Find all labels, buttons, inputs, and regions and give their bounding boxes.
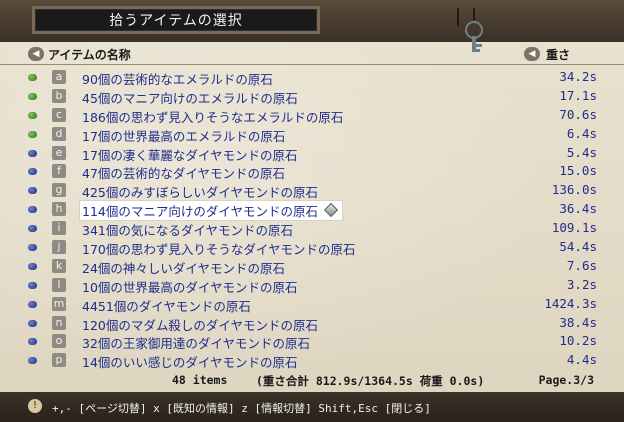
item-weight: 10.2s xyxy=(559,333,597,349)
item-name[interactable]: 32個の王家御用達のダイヤモンドの原石 xyxy=(82,333,310,352)
item-list: a 90個の芸術的なエメラルドの原石 34.2s b 45個のマニア向けのエメラルドの原… xyxy=(0,68,624,370)
item-name[interactable]: 17個の世界最高のエメラルドの原石 xyxy=(82,126,285,145)
window-title: 拾うアイテムの選択 xyxy=(109,13,243,29)
gem-bullet-icon xyxy=(28,149,37,157)
item-row[interactable]: d 17個の世界最高のエメラルドの原石 6.4s xyxy=(0,125,624,144)
gem-bullet-icon xyxy=(28,168,37,176)
item-weight: 5.4s xyxy=(566,144,597,160)
item-key-label[interactable]: j xyxy=(52,240,66,255)
item-key-label[interactable]: c xyxy=(52,107,66,122)
item-key-label[interactable]: b xyxy=(52,88,66,103)
gem-bullet-icon xyxy=(28,319,37,327)
gem-bullet-icon xyxy=(28,281,37,289)
item-row[interactable]: n 120個のマダム殺しのダイヤモンドの原石 38.4s xyxy=(0,314,624,333)
gem-bullet-icon xyxy=(28,92,37,100)
item-row[interactable]: l 10個の世界最高のダイヤモンドの原石 3.2s xyxy=(0,276,624,295)
item-row[interactable]: p 14個のいい感じのダイヤモンドの原石 4.4s xyxy=(0,351,624,370)
item-name[interactable]: 425個のみすぼらしいダイヤモンドの原石 xyxy=(82,182,318,201)
item-row[interactable]: j 170個の思わず見入りそうなダイヤモンドの原石 54.4s xyxy=(0,238,624,257)
item-name[interactable]: 14個のいい感じのダイヤモンドの原石 xyxy=(82,352,298,371)
item-key-label[interactable]: h xyxy=(52,202,66,217)
weight-summary: (重さ合計 812.9s/1364.5s 荷重 0.0s) xyxy=(256,374,485,388)
item-weight: 17.1s xyxy=(559,87,597,103)
item-weight: 36.4s xyxy=(559,201,597,217)
gem-bullet-icon xyxy=(28,262,37,270)
item-row[interactable]: g 425個のみすぼらしいダイヤモンドの原石 136.0s xyxy=(0,181,624,200)
gem-bullet-icon xyxy=(28,244,37,252)
item-row[interactable]: o 32個の王家御用達のダイヤモンドの原石 10.2s xyxy=(0,332,624,351)
item-row[interactable]: b 45個のマニア向けのエメラルドの原石 17.1s xyxy=(0,87,624,106)
gem-bullet-icon xyxy=(28,357,37,365)
sort-name-icon[interactable]: ◀ xyxy=(28,47,44,61)
item-weight: 15.0s xyxy=(559,163,597,179)
gem-bullet-icon xyxy=(28,111,37,119)
gem-bullet-icon xyxy=(28,225,37,233)
item-key-label[interactable]: l xyxy=(52,277,66,292)
item-name[interactable]: 17個の凄く華麗なダイヤモンドの原石 xyxy=(82,145,298,164)
summary-bar: 48 items (重さ合計 812.9s/1364.5s 荷重 0.0s) P… xyxy=(0,373,624,389)
item-name[interactable]: 45個のマニア向けのエメラルドの原石 xyxy=(82,88,298,107)
item-row[interactable]: f 47個の芸術的なダイヤモンドの原石 15.0s xyxy=(0,162,624,181)
item-key-label[interactable]: n xyxy=(52,315,66,330)
item-key-label[interactable]: f xyxy=(52,164,66,179)
gem-bullet-icon xyxy=(28,338,37,346)
weight-column-header[interactable]: 重さ xyxy=(546,46,570,63)
item-name[interactable]: 4451個のダイヤモンドの原石 xyxy=(82,296,251,315)
item-pickup-window: 拾うアイテムの選択 ◀ アイテムの名称 ◀ 重さ a 90個の芸術的なエメラルドの… xyxy=(0,0,624,422)
item-weight: 38.4s xyxy=(559,314,597,330)
item-name[interactable]: 120個のマダム殺しのダイヤモンドの原石 xyxy=(82,315,318,334)
gem-bullet-icon xyxy=(28,206,37,214)
item-weight: 34.2s xyxy=(559,69,597,84)
item-weight: 4.4s xyxy=(566,352,597,368)
item-weight: 136.0s xyxy=(551,182,597,198)
gem-bullet-icon xyxy=(28,187,37,195)
item-key-label[interactable]: a xyxy=(52,70,66,84)
item-name[interactable]: 90個の芸術的なエメラルドの原石 xyxy=(82,69,273,88)
item-key-label[interactable]: i xyxy=(52,221,66,236)
item-weight: 3.2s xyxy=(566,276,597,292)
sort-weight-icon[interactable]: ◀ xyxy=(524,47,540,61)
item-name[interactable]: 47個の芸術的なダイヤモンドの原石 xyxy=(82,163,285,182)
title-bar: 拾うアイテムの選択 xyxy=(0,0,624,52)
item-row[interactable]: c 186個の思わず見入りそうなエメラルドの原石 70.6s xyxy=(0,106,624,125)
item-weight: 1424.3s xyxy=(544,295,597,311)
item-name[interactable]: 186個の思わず見入りそうなエメラルドの原石 xyxy=(82,107,343,126)
item-key-label[interactable]: p xyxy=(52,353,66,368)
item-name[interactable]: 114個のマニア向けのダイヤモンドの原石 xyxy=(80,201,342,221)
name-column-header[interactable]: アイテムの名称 xyxy=(48,46,131,63)
item-row[interactable]: h 114個のマニア向けのダイヤモンドの原石 36.4s xyxy=(0,200,624,221)
item-weight: 109.1s xyxy=(551,220,597,236)
item-key-label[interactable]: g xyxy=(52,183,66,198)
column-header: ◀ アイテムの名称 ◀ 重さ xyxy=(0,44,624,65)
info-icon: ! xyxy=(28,399,42,413)
item-row[interactable]: e 17個の凄く華麗なダイヤモンドの原石 5.4s xyxy=(0,144,624,163)
item-name[interactable]: 170個の思わず見入りそうなダイヤモンドの原石 xyxy=(82,239,356,258)
item-key-label[interactable]: m xyxy=(52,296,66,311)
item-key-label[interactable]: k xyxy=(52,258,66,273)
item-weight: 7.6s xyxy=(566,257,597,273)
item-weight: 54.4s xyxy=(559,239,597,255)
item-name[interactable]: 24個の神々しいダイヤモンドの原石 xyxy=(82,258,285,277)
ornament-decoration xyxy=(404,0,624,42)
gem-bullet-icon xyxy=(28,300,37,308)
item-row[interactable]: k 24個の神々しいダイヤモンドの原石 7.6s xyxy=(0,257,624,276)
item-key-label[interactable]: o xyxy=(52,334,66,349)
key-hint-bar: ! +,- [ページ切替] x [既知の情報] z [情報切替] Shift,E… xyxy=(0,392,624,422)
item-weight: 6.4s xyxy=(566,125,597,141)
item-key-label[interactable]: e xyxy=(52,145,66,160)
item-row[interactable]: m 4451個のダイヤモンドの原石 1424.3s xyxy=(0,295,624,314)
title-plate: 拾うアイテムの選択 xyxy=(32,6,320,34)
item-weight: 70.6s xyxy=(559,106,597,122)
item-key-label[interactable]: d xyxy=(52,126,66,141)
gem-bullet-icon xyxy=(28,74,37,81)
key-hints: +,- [ページ切替] x [既知の情報] z [情報切替] Shift,Esc… xyxy=(52,402,431,415)
page-indicator: Page.3/3 xyxy=(538,373,594,387)
gem-bullet-icon xyxy=(28,130,37,138)
item-name[interactable]: 341個の気になるダイヤモンドの原石 xyxy=(82,220,293,239)
item-name[interactable]: 10個の世界最高のダイヤモンドの原石 xyxy=(82,277,298,296)
item-row[interactable]: a 90個の芸術的なエメラルドの原石 34.2s xyxy=(0,68,624,87)
item-row[interactable]: i 341個の気になるダイヤモンドの原石 109.1s xyxy=(0,219,624,238)
item-count: 48 items xyxy=(172,373,228,387)
